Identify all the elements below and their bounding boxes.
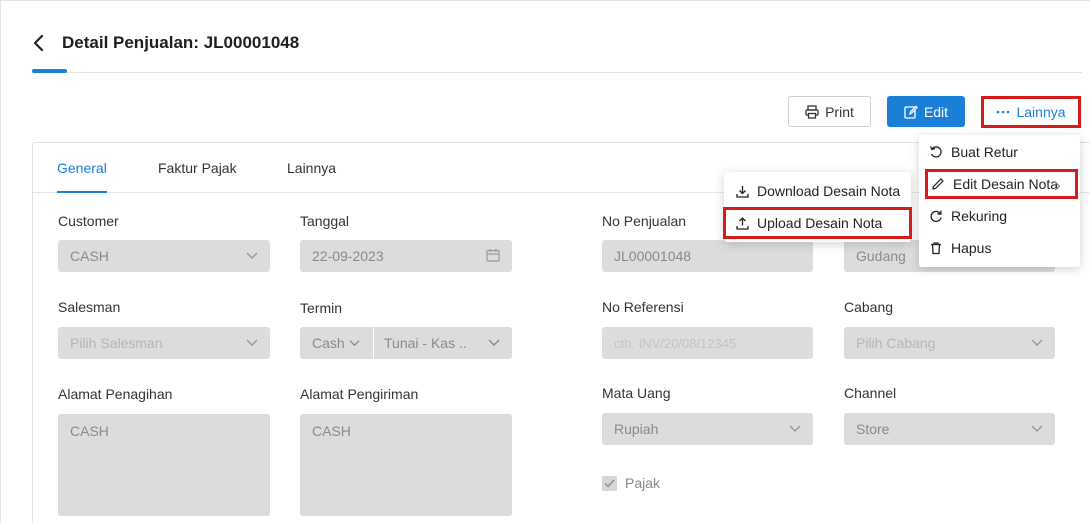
- salesman-placeholder: Pilih Salesman: [70, 335, 163, 351]
- refresh-icon: [930, 210, 942, 223]
- alamat-penagihan-label: Alamat Penagihan: [58, 386, 173, 402]
- channel-label: Channel: [844, 385, 897, 401]
- download-icon: [736, 185, 749, 198]
- termin-value: Cash: [312, 335, 345, 351]
- tanggal-label: Tanggal: [300, 213, 350, 229]
- desain-nota-submenu: Download Desain Nota Upload Desain Nota: [723, 172, 912, 242]
- no-referensi-input[interactable]: cth. INV/20/08/12345: [602, 327, 813, 359]
- page-header: Detail Penjualan: JL00001048: [32, 26, 299, 60]
- termin-separator: [373, 327, 374, 359]
- menu-item-edit-desain-nota[interactable]: Edit Desain Nota: [925, 169, 1078, 199]
- mata-uang-select[interactable]: Rupiah: [602, 413, 813, 445]
- chevron-down-icon: [246, 252, 258, 259]
- more-button[interactable]: Lainnya: [981, 96, 1081, 128]
- menu-item-label: Hapus: [951, 240, 992, 256]
- tanggal-datepicker[interactable]: 22-09-2023: [300, 240, 512, 272]
- mata-uang-label: Mata Uang: [602, 385, 671, 401]
- no-penjualan-value: JL00001048: [614, 248, 692, 264]
- pajak-checkbox-row: Pajak: [602, 475, 660, 491]
- printer-icon: [805, 104, 819, 119]
- channel-select[interactable]: Store: [844, 413, 1055, 445]
- no-referensi-placeholder: cth. INV/20/08/12345: [614, 335, 737, 351]
- undo-icon: [929, 146, 942, 158]
- menu-item-label: Upload Desain Nota: [757, 215, 883, 231]
- termin-label: Termin: [300, 300, 343, 316]
- chevron-down-icon: [1031, 425, 1043, 432]
- chevron-down-icon: [789, 425, 801, 432]
- salesman-select[interactable]: Pilih Salesman: [58, 327, 270, 359]
- cabang-label: Cabang: [844, 299, 894, 315]
- cabang-placeholder: Pilih Cabang: [856, 335, 936, 351]
- page-title: Detail Penjualan: JL00001048: [62, 33, 300, 52]
- menu-item-label: Download Desain Nota: [757, 183, 901, 199]
- salesman-label: Salesman: [58, 299, 121, 315]
- pencil-icon: [932, 178, 944, 190]
- menu-item-hapus[interactable]: Hapus: [919, 233, 1080, 263]
- menu-item-label: Rekuring: [951, 208, 1008, 224]
- pajak-label: Pajak: [625, 475, 661, 491]
- print-button[interactable]: Print: [788, 96, 871, 127]
- edit-button[interactable]: Edit: [887, 96, 965, 127]
- menu-item-buat-retur[interactable]: Buat Retur: [919, 137, 1080, 167]
- channel-value: Store: [856, 421, 890, 437]
- back-arrow-icon[interactable]: [32, 32, 54, 54]
- termin-select[interactable]: Cash: [312, 335, 345, 351]
- mata-uang-value: Rupiah: [614, 421, 659, 437]
- alamat-pengiriman-label: Alamat Pengiriman: [300, 386, 419, 402]
- alamat-pengiriman-textarea[interactable]: CASH: [300, 414, 512, 516]
- edit-button-label: Edit: [923, 103, 949, 120]
- gudang-value: Gudang: [856, 248, 906, 264]
- alamat-penagihan-textarea[interactable]: CASH: [58, 414, 270, 516]
- alamat-pengiriman-value: CASH: [312, 423, 351, 439]
- termin-account-value: Tunai - Kas ..: [384, 335, 467, 351]
- trash-icon: [931, 242, 941, 255]
- termin-account-select[interactable]: Tunai - Kas ..: [384, 335, 467, 351]
- customer-label: Customer: [58, 213, 119, 229]
- termin-group: Cash Tunai - Kas ..: [300, 327, 512, 359]
- header-divider: [32, 72, 1082, 73]
- cabang-select[interactable]: Pilih Cabang: [844, 327, 1055, 359]
- ellipsis-icon: [997, 110, 1010, 114]
- menu-item-label: Buat Retur: [951, 144, 1018, 160]
- check-icon: [604, 478, 615, 488]
- tanggal-value: 22-09-2023: [312, 248, 384, 264]
- chevron-right-icon: [1054, 181, 1061, 191]
- no-referensi-label: No Referensi: [602, 299, 684, 315]
- more-menu: Buat Retur Edit Desain Nota Rekuring Hap…: [919, 135, 1080, 267]
- customer-select[interactable]: CASH: [58, 240, 270, 272]
- no-penjualan-label: No Penjualan: [602, 213, 687, 229]
- menu-item-rekuring[interactable]: Rekuring: [919, 201, 1080, 231]
- no-penjualan-field[interactable]: JL00001048: [602, 240, 813, 272]
- more-button-label: Lainnya: [1016, 104, 1066, 120]
- chevron-down-icon: [488, 339, 500, 346]
- menu-item-label: Edit Desain Nota: [953, 176, 1059, 192]
- print-button-label: Print: [825, 103, 854, 120]
- tab-faktur-pajak[interactable]: Faktur Pajak: [158, 160, 237, 176]
- chevron-down-icon: [246, 339, 258, 346]
- calendar-icon: [486, 249, 500, 262]
- header-accent-bar: [32, 69, 67, 73]
- menu-item-upload-desain-nota[interactable]: Upload Desain Nota: [723, 207, 912, 239]
- active-tab-indicator: [57, 191, 107, 193]
- customer-value: CASH: [70, 248, 109, 264]
- menu-item-download-desain-nota[interactable]: Download Desain Nota: [724, 176, 911, 206]
- tab-lainnya[interactable]: Lainnya: [287, 160, 336, 176]
- chevron-down-icon: [349, 340, 360, 347]
- chevron-down-icon: [1031, 339, 1043, 346]
- alamat-penagihan-value: CASH: [70, 423, 109, 439]
- upload-icon: [736, 216, 749, 230]
- tab-general[interactable]: General: [57, 160, 107, 176]
- edit-icon: [904, 104, 918, 119]
- pajak-checkbox[interactable]: [602, 475, 617, 491]
